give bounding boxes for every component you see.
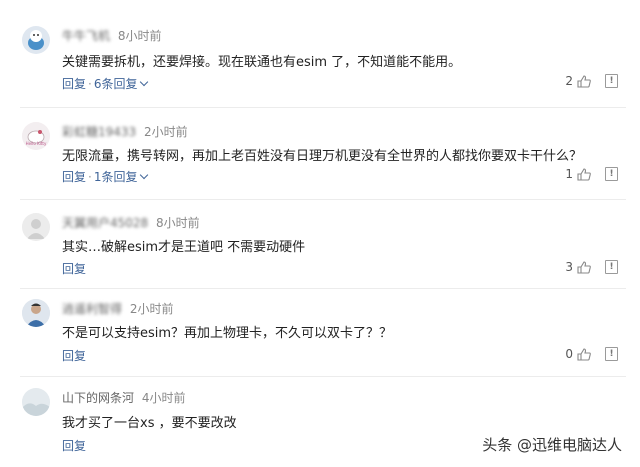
timestamp: 2小时前 [129,302,174,316]
timestamp: 8小时前 [156,216,200,230]
comment-text: 其实…破解esim才是王道吧 不需要动硬件 [62,240,306,255]
report-icon[interactable]: ! [605,347,618,361]
report-icon[interactable]: ! [605,260,618,274]
replies-count-label: 1条回复 [93,170,138,184]
landscape-avatar-icon[interactable] [22,388,50,416]
divider [20,107,626,108]
timestamp: 2小时前 [144,125,188,139]
divider [20,288,626,289]
divider [20,376,626,377]
username[interactable]: 天翼用户45028 [62,216,148,230]
watermark: 头条 @迅维电脑达人 [482,436,622,454]
comment-text: 不是可以支持esim？再加上物理卡，不久可以双卡了？？ [62,326,393,341]
cartoon-avatar-icon[interactable] [22,26,50,54]
separator: · [88,170,92,184]
comment-meta: 山下的网条河 4小时前 [62,389,185,406]
like-count: 3 [565,260,573,274]
thumbs-up-icon[interactable] [577,74,591,88]
thumbs-up-icon[interactable] [577,167,591,181]
reply-button[interactable]: 回复 [62,262,86,276]
view-replies-button[interactable]: 6条回复 [93,77,149,91]
reply-button[interactable]: 回复 [62,170,86,184]
comment-actions: 回复 [62,347,86,364]
report-icon[interactable]: ! [605,167,618,181]
comment-text: 关键需要拆机，还要焊接。现在联通也有esim 了，不知道能不能用。 [62,55,462,70]
hello-kitty-avatar-icon[interactable]: Hello Kitty [22,122,50,150]
comment-reactions: 0 ! [565,347,618,361]
comment-actions: 回复 [62,260,86,277]
like-count: 0 [565,347,573,361]
comment-text: 无限流量，携号转网，再加上老百姓没有日理万机更没有全世界的人都找你要双卡干什么？ [62,149,583,164]
default-avatar-icon[interactable] [22,213,50,241]
username[interactable]: 牛牛飞机 [62,29,110,43]
comment-text: 我才买了一台xs ，要不要改改 [62,416,237,431]
thumbs-up-icon[interactable] [577,260,591,274]
username[interactable]: 山下的网条河 [62,391,134,405]
username[interactable]: 逍遥利智得 [62,302,122,316]
chevron-down-icon [140,77,149,87]
comment-meta: 逍遥利智得 2小时前 [62,300,173,317]
comment-actions: 回复 · 6条回复 [62,75,149,92]
svg-text:Hello Kitty: Hello Kitty [26,141,47,146]
timestamp: 8小时前 [117,29,162,43]
comment-reactions: 3 ! [565,260,618,274]
reply-button[interactable]: 回复 [62,349,86,363]
thumbs-up-icon[interactable] [577,347,591,361]
comment-meta: 天翼用户45028 8小时前 [62,214,200,231]
report-icon[interactable]: ! [605,74,618,88]
like-count: 2 [565,74,573,88]
comment-actions: 回复 [62,437,86,454]
comment-meta: 彩虹糖19433 2小时前 [62,123,188,140]
divider [20,199,626,200]
separator: · [88,77,92,91]
comment-meta: 牛牛飞机 8小时前 [62,27,161,44]
comment-reactions: 1 ! [565,167,618,181]
timestamp: 4小时前 [141,391,186,405]
username[interactable]: 彩虹糖19433 [62,125,136,139]
replies-count-label: 6条回复 [93,77,138,91]
chevron-down-icon [140,170,149,180]
person-photo-avatar-icon[interactable] [22,299,50,327]
reply-button[interactable]: 回复 [62,77,86,91]
like-count: 1 [565,167,573,181]
comment-reactions: 2 ! [565,74,618,88]
reply-button[interactable]: 回复 [62,439,86,453]
view-replies-button[interactable]: 1条回复 [93,170,149,184]
comment-actions: 回复 · 1条回复 [62,168,149,185]
